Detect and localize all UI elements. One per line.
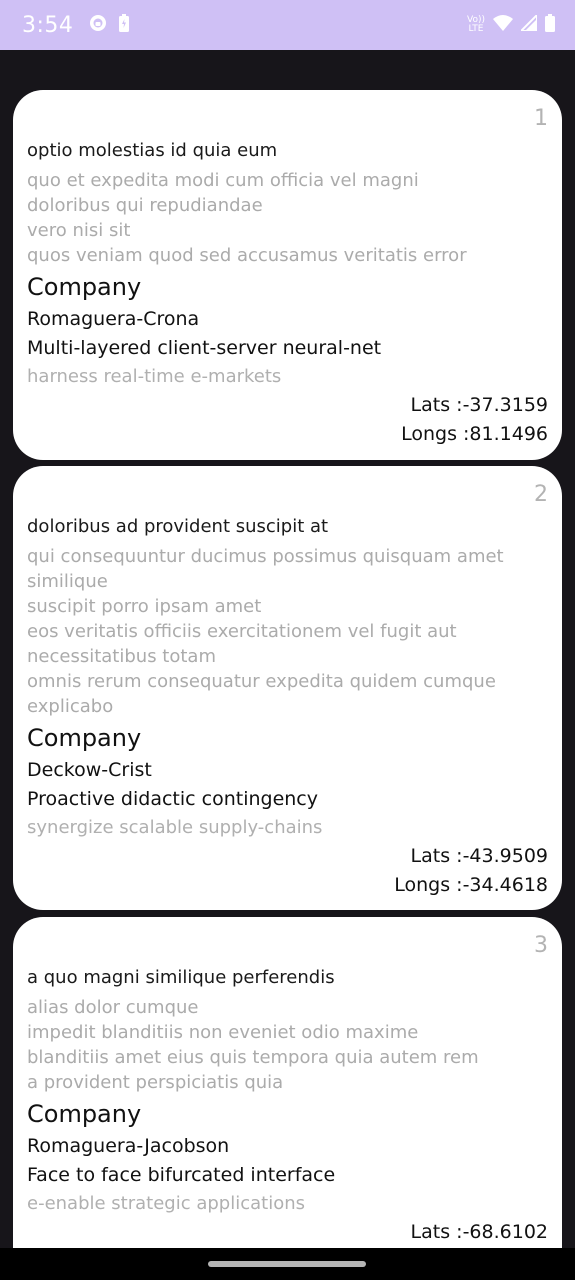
latitude-label: Lats :-37.3159 [410,394,548,416]
battery-saver-icon [119,14,130,36]
battery-icon [545,14,555,36]
post-body-line: doloribus qui repudiandae [27,195,263,216]
company-bs: synergize scalable supply-chains [27,817,323,838]
post-id: 1 [534,106,548,131]
post-body-line: impedit blanditiis non eveniet odio maxi… [27,1022,419,1043]
post-body-line: similique [27,571,108,592]
post-body-line: a provident perspiciatis quia [27,1072,284,1093]
company-bs: e-enable strategic applications [27,1193,306,1214]
post-list[interactable]: 1 optio molestias id quia eum quo et exp… [0,50,575,1248]
wifi-icon [493,15,513,35]
cell-signal-icon [518,12,538,35]
home-gesture-handle[interactable] [208,1261,366,1267]
status-system-icons: Vo)) LTE [467,12,555,36]
post-body-line: vero nisi sit [27,220,131,241]
company-name: Romaguera-Jacobson [27,1135,230,1157]
post-body-line: suscipit porro ipsam amet [27,596,262,617]
volte-lte-icon: Vo)) LTE [467,16,485,34]
latitude-label: Lats :-68.6102 [410,1221,548,1243]
company-bs: harness real-time e-markets [27,366,282,387]
company-heading: Company [27,273,142,301]
post-title: a quo magni similique perferendis [27,967,335,988]
app-notification-icon [89,14,107,36]
post-body-line: qui consequuntur ducimus possimus quisqu… [27,546,504,567]
post-title: optio molestias id quia eum [27,140,278,161]
post-body-line: quos veniam quod sed accusamus veritatis… [27,245,467,266]
lte-label: LTE [468,24,484,34]
status-time: 3:54 [22,12,74,38]
company-name: Deckow-Crist [27,759,152,781]
post-body-line: quo et expedita modi cum officia vel mag… [27,170,419,191]
company-name: Romaguera-Crona [27,308,200,330]
company-heading: Company [27,724,142,752]
post-title: doloribus ad provident suscipit at [27,516,329,537]
company-catch-phrase: Multi-layered client-server neural-net [27,337,382,359]
navigation-bar [0,1248,575,1280]
company-catch-phrase: Proactive didactic contingency [27,788,319,810]
post-id: 2 [534,482,548,507]
latitude-label: Lats :-43.9509 [410,845,548,867]
post-id: 3 [534,933,548,958]
post-body-line: alias dolor cumque [27,997,199,1018]
longitude-label: Longs :-34.4618 [394,874,548,896]
post-body-line: blanditiis amet eius quis tempora quia a… [27,1047,479,1068]
post-body-line: explicabo [27,696,114,717]
company-catch-phrase: Face to face bifurcated interface [27,1164,336,1186]
status-bar: 3:54 Vo)) LTE [0,0,575,50]
post-card[interactable]: 1 optio molestias id quia eum quo et exp… [13,90,562,460]
post-body-line: eos veritatis officiis exercitationem ve… [27,621,457,642]
company-heading: Company [27,1100,142,1128]
longitude-label: Longs :81.1496 [401,423,548,445]
post-body-line: omnis rerum consequatur expedita quidem … [27,671,496,692]
post-body-line: necessitatibus totam [27,646,216,667]
status-notification-icons [89,14,130,36]
post-card[interactable]: 2 doloribus ad provident suscipit at qui… [13,466,562,910]
post-card[interactable]: 3 a quo magni similique perferendis alia… [13,917,562,1248]
